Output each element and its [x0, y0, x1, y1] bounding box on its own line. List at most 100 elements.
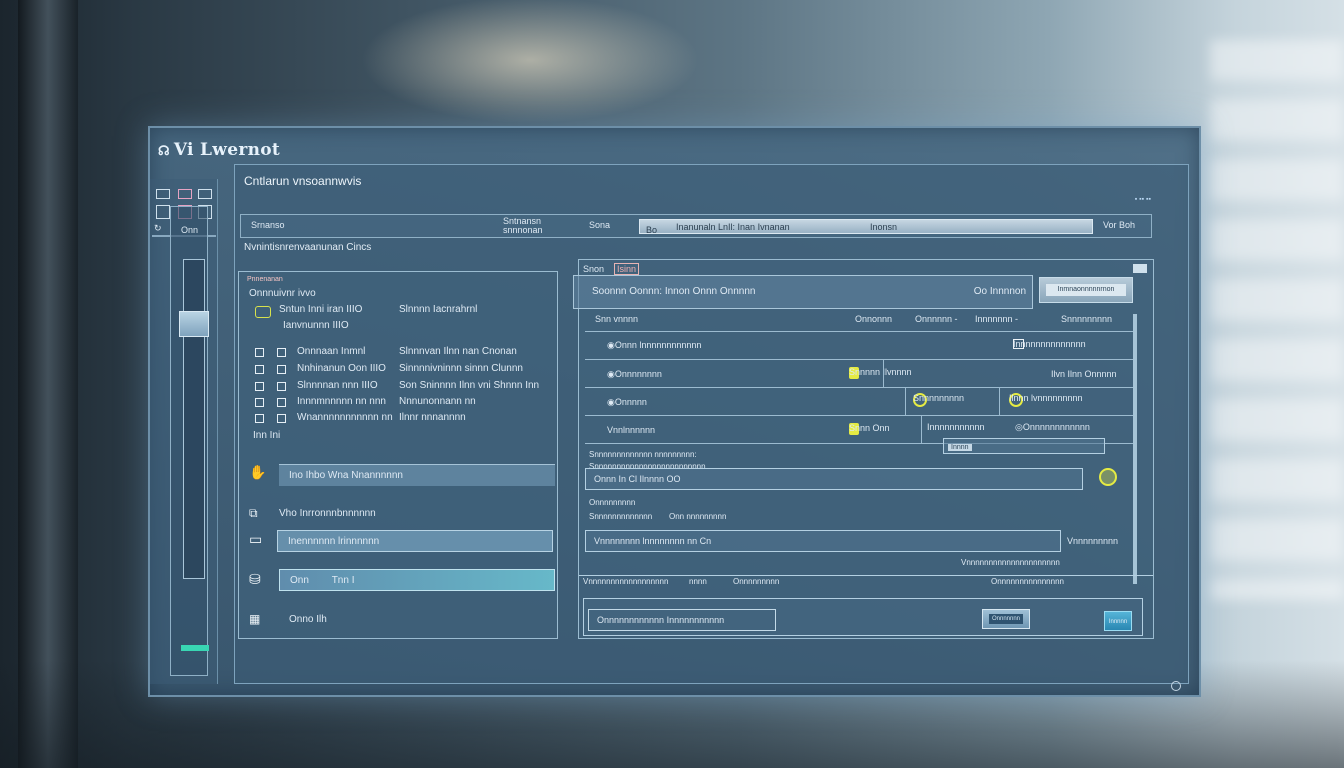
right-input-2-suffix: Vnnnnnnnnn	[1067, 536, 1119, 546]
left-mid-label: Vho Inrronnnbnnnnnn	[279, 508, 376, 519]
left-row-6-col2: Nnnunonnann nn	[399, 396, 476, 407]
row-checkbox[interactable]	[255, 398, 264, 407]
toolbar-item-2[interactable]: Sntnansn snnnonan	[503, 217, 543, 235]
left-action-bar-3[interactable]: Onn Tnn I	[279, 569, 555, 591]
col-header: Snnnnnnnnn	[1061, 314, 1113, 324]
toolbar-item-1[interactable]: Srnanso	[251, 220, 285, 230]
col-header: Onnonnn	[855, 314, 893, 324]
search-prefix: Bo	[646, 225, 658, 235]
status-strip: Vnnnnnnnnnnnnnnnnnn nnnn Onnnnnnnnn Onnn…	[579, 575, 1153, 587]
toolbar-right-label[interactable]: Vor Boh	[1103, 220, 1135, 230]
table-row[interactable]: ◉ Onnnnnnnn Snnnnn Ilvnnnn Ilvn Ilnn Onn…	[585, 360, 1133, 388]
footer-button-1-label: Onnnnnnn	[989, 614, 1023, 624]
col-header: Onnnnnn -	[915, 314, 958, 324]
row-cell: Innnnnnnnnnn	[927, 422, 985, 432]
toolbar-item-3[interactable]: Sona	[589, 220, 610, 230]
card-icon: ▭	[249, 531, 263, 547]
left-action-bar-1[interactable]: Ino Ihbo Wna Nnannnnnn	[279, 464, 555, 486]
main-toolbar: Srnanso Sntnansn snnnonan Sona Bo Inanun…	[240, 214, 1152, 238]
footer-button-2[interactable]: Innnnn	[1104, 611, 1132, 631]
left-row-5-col2: Son Sninnnn Ilnn vni Shnnn Inn	[399, 380, 540, 391]
table-divider	[921, 416, 922, 443]
left-row-1-col1: Sntun Inni iran IIIO	[279, 304, 363, 315]
left-bottom-label: Onno Ilh	[289, 614, 327, 625]
power-icon[interactable]	[1171, 681, 1181, 691]
table-divider	[999, 388, 1000, 415]
right-input-2[interactable]: Vnnnnnnnn lnnnnnnnn nn Cn	[585, 530, 1061, 552]
right-scrollbar[interactable]	[1133, 314, 1137, 584]
row-checkbox[interactable]	[255, 348, 264, 357]
left-row-6-col1: Innnmnnnnn nn nnn	[297, 396, 386, 407]
left-input-field[interactable]: Inennnnnn lrinnnnnn	[277, 530, 553, 552]
table-row[interactable]: ◉ Onnn lnnnnnnnnnnnn Innnnnnnnnnnnnn	[585, 332, 1133, 360]
strip-right: Onnnnnnnnnnnnnnn	[991, 577, 1064, 586]
left-row-7-col2: Ilnnr nnnannnn	[399, 412, 466, 423]
app-title: ☊ Vi Lwernot	[158, 140, 280, 160]
rail-track[interactable]	[183, 259, 205, 579]
row-cell: ◉ Onnnnn	[607, 397, 647, 407]
close-icon[interactable]	[1133, 264, 1147, 273]
rail-status-indicator	[181, 645, 209, 651]
right-panel-header: Soonnn Oonnn: Innon Onnn Onnnnn Oo Innnn…	[573, 275, 1033, 309]
row-checkbox[interactable]	[277, 348, 286, 357]
left-row-1-col2: Slnnnn Iacnrahrnl	[399, 304, 478, 315]
header-action-button-label: Inmnaonnnnnrnon	[1046, 284, 1126, 296]
left-bar3-a: Onn	[290, 575, 309, 586]
left-bar3-b: Tnn I	[331, 575, 355, 586]
search-input[interactable]: Bo Inanunaln LnIl: Inan Ivnanan Inonsn	[639, 219, 1093, 235]
app-title-text: Vi Lwernot	[173, 140, 281, 160]
row-checkbox[interactable]	[255, 414, 264, 423]
row-checkbox[interactable]	[277, 398, 286, 407]
grid-small-icon: ▦	[249, 612, 261, 626]
left-panel-title: Onnnuivnr ivvo	[249, 288, 316, 299]
strip-mid: nnnn	[689, 577, 707, 586]
row-checkbox[interactable]	[255, 365, 264, 374]
document-icon[interactable]	[156, 205, 170, 219]
page-subtitle: Nvnintisnrenvaanunan Cincs	[244, 242, 372, 253]
section-title: Cntlarun vnsoannwvis	[244, 174, 362, 188]
row-cell: ◎ Onnnnnnnnnnnn	[1015, 422, 1090, 432]
app-logo-icon: ☊	[158, 144, 170, 159]
header-action-button[interactable]: Inmnaonnnnnrnon	[1039, 277, 1133, 303]
footer-button-1[interactable]: Onnnnnnn	[982, 609, 1030, 629]
left-row-5-col1: Slnnnnan nnn IIIO	[297, 380, 378, 391]
row-checkbox[interactable]	[277, 365, 286, 374]
background-window-light	[1210, 40, 1344, 600]
search-suffix: Inonsn	[870, 222, 898, 232]
desc-1: Snnnnnnnnnnnnn nnnnnnnnn:	[589, 450, 697, 459]
refresh-icon[interactable]: ↻	[154, 223, 162, 234]
search-placeholder: Inanunaln LnIl: Inan Ivnanan	[676, 222, 790, 232]
app-window: ☊ Vi Lwernot ↻ Onn Cntlarun vnsoannwvis ▪…	[148, 126, 1201, 697]
grid-icon[interactable]	[198, 189, 212, 199]
row-checkbox[interactable]	[277, 382, 286, 391]
link-icon: ⧉	[249, 506, 258, 520]
left-row-8-col1: Inn Ini	[253, 430, 281, 441]
rail-slider-handle[interactable]	[179, 311, 209, 337]
background-pillar	[18, 0, 78, 768]
row-cell: ◉ Onnn lnnnnnnnnnnnn	[607, 340, 702, 350]
desc-4: Snnnnnnnnnnnnn	[589, 512, 653, 521]
left-rail: Onn	[170, 206, 209, 676]
strip-mid2: Onnnnnnnnn	[733, 577, 780, 586]
small-field-value: Innnn	[948, 444, 972, 451]
table-row[interactable]: ◉ Onnnnn Snnnnnnnnn Ilnnn lvnnnnnnnnn	[585, 388, 1133, 416]
row-checkbox[interactable]	[277, 414, 286, 423]
left-row-3-col2: Slnnnvan Ilnn nan Cnonan	[399, 346, 517, 357]
right-panel-tab[interactable]: Snon Isinn	[583, 263, 640, 275]
table-divider	[883, 360, 884, 387]
left-row-4-col2: Sinnnnivninnn sinnn Clunnn	[399, 363, 523, 374]
info-icon[interactable]	[1099, 468, 1117, 486]
app-pink-icon[interactable]	[178, 189, 192, 199]
strip-far-label: Vnnnnnnnnnnnnnnnnnnnnn	[961, 558, 1060, 567]
small-field[interactable]: Innnn	[943, 438, 1105, 454]
status-indicator: ▪ ▪▪ ▪▪	[1134, 196, 1151, 203]
left-panel-header: Pnnenanan	[247, 276, 283, 283]
right-tab-label: Snon	[583, 264, 605, 274]
right-input-1[interactable]: Onnn In Cl Ilnnnn OO	[585, 468, 1083, 490]
left-row-7-col1: Wnannnnnnnnnnn nn	[297, 412, 393, 423]
footer-bar: Onnnnnnnnnnnn Innnnnnnnnnn Onnnnnnn Innn…	[583, 598, 1143, 636]
footer-input[interactable]: Onnnnnnnnnnnn Innnnnnnnnnn	[588, 609, 776, 631]
table-divider	[905, 388, 906, 415]
row-checkbox[interactable]	[255, 382, 264, 391]
window-icon[interactable]	[156, 189, 170, 199]
